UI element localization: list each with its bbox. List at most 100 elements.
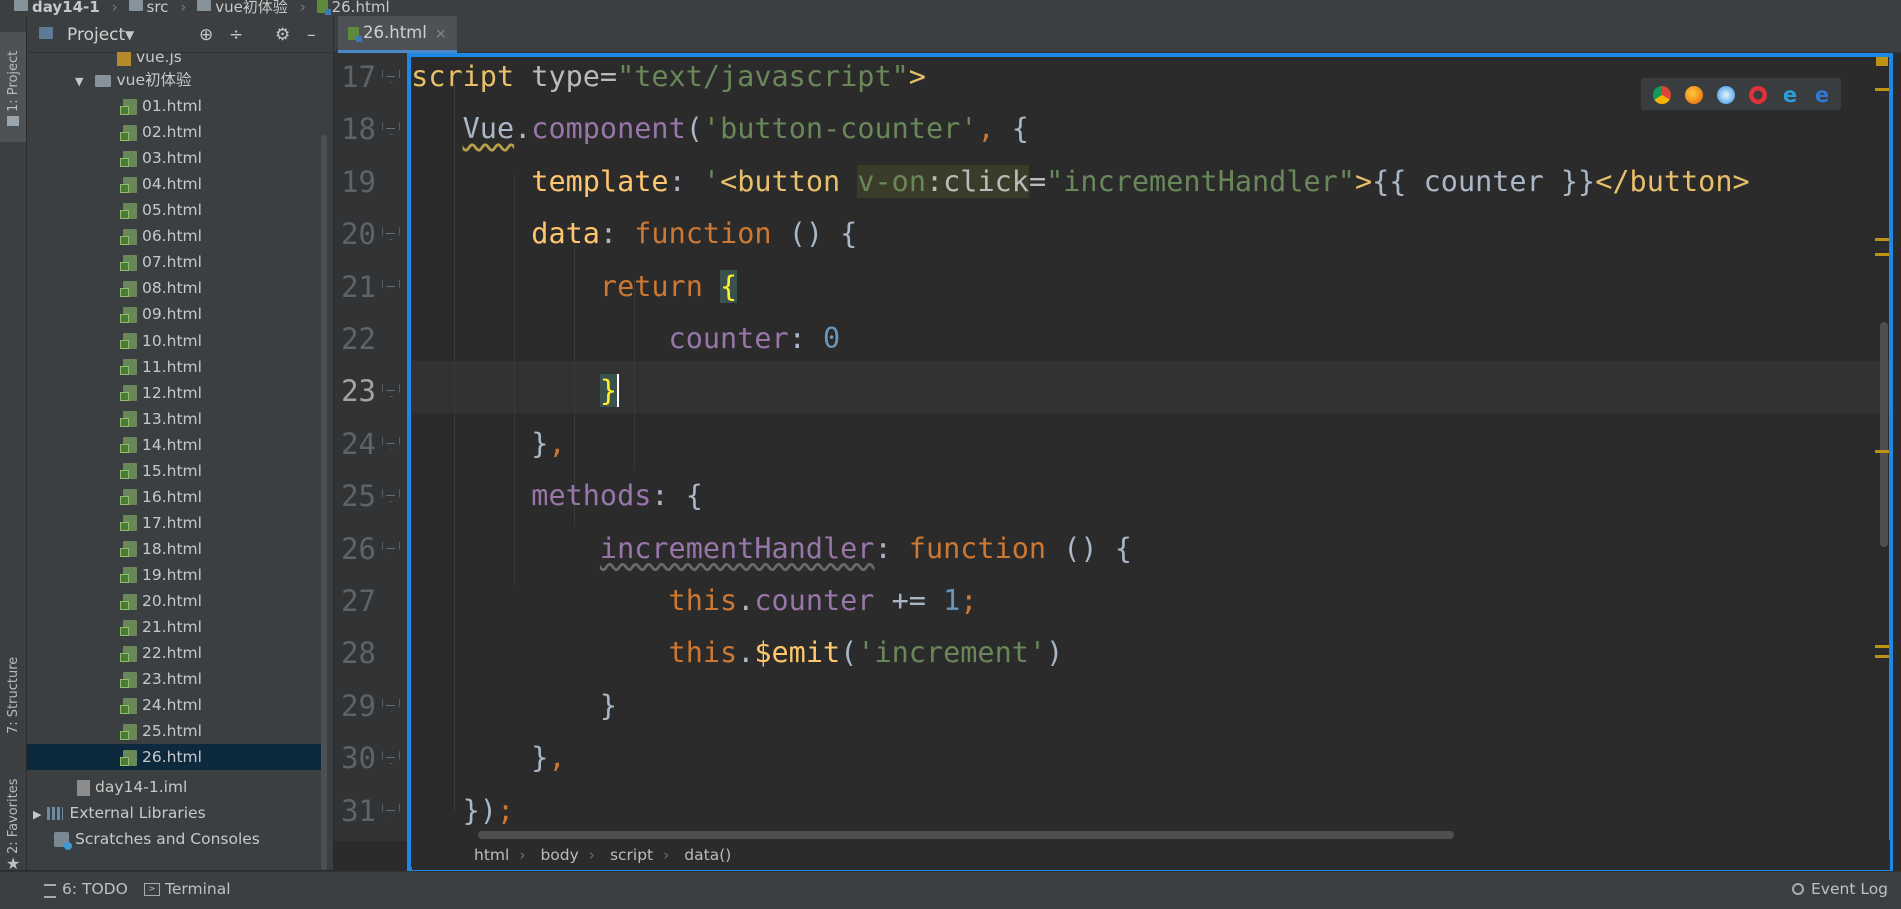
code-line[interactable]: return { bbox=[412, 267, 738, 307]
code-line[interactable]: }, bbox=[412, 424, 565, 464]
tree-item-folder[interactable]: ▼ vue初体验 bbox=[27, 67, 327, 93]
todo-button[interactable]: 6: TODO bbox=[62, 872, 128, 906]
code-line[interactable]: } bbox=[412, 686, 617, 726]
code-text-area[interactable]: <script type="text/javascript"> Vue.comp… bbox=[412, 53, 1890, 841]
chrome-icon[interactable] bbox=[1653, 86, 1671, 104]
code-line[interactable]: Vue.component('button-counter', { bbox=[412, 109, 1029, 149]
ie-icon[interactable]: e bbox=[1781, 85, 1799, 106]
favorites-toolwindow-label[interactable]: 2: Favorites bbox=[6, 778, 21, 854]
fold-marker-icon[interactable] bbox=[378, 798, 404, 824]
line-number[interactable]: 28 bbox=[334, 636, 376, 670]
line-number[interactable]: 31 bbox=[334, 794, 376, 828]
fold-marker-icon[interactable] bbox=[378, 274, 404, 300]
fold-marker-icon[interactable] bbox=[378, 378, 404, 404]
code-line[interactable]: <script type="text/javascript"> bbox=[412, 57, 926, 97]
line-number[interactable]: 30 bbox=[334, 741, 376, 775]
tree-item[interactable]: 23.html bbox=[27, 666, 327, 692]
safari-icon[interactable] bbox=[1717, 86, 1735, 104]
tree-item[interactable]: 22.html bbox=[27, 640, 327, 666]
line-number[interactable]: 22 bbox=[334, 322, 376, 356]
tree-item[interactable]: 04.html bbox=[27, 171, 327, 197]
terminal-button[interactable]: Terminal bbox=[165, 872, 231, 906]
project-panel-title[interactable]: Project bbox=[67, 25, 125, 45]
line-number[interactable]: 21 bbox=[334, 270, 376, 304]
line-number[interactable]: 25 bbox=[334, 479, 376, 513]
opera-icon[interactable] bbox=[1749, 86, 1767, 104]
tree-item[interactable]: 26.html bbox=[27, 744, 327, 771]
tree-item[interactable]: 13.html bbox=[27, 406, 327, 432]
tree-item[interactable]: 15.html bbox=[27, 458, 327, 484]
close-icon[interactable]: × bbox=[435, 26, 447, 42]
event-log-button[interactable]: Event Log bbox=[1811, 872, 1888, 906]
edge-icon[interactable]: e bbox=[1813, 85, 1831, 106]
code-line[interactable]: methods: { bbox=[412, 476, 703, 516]
fold-marker-icon[interactable] bbox=[378, 693, 404, 719]
breadcrumb-folder[interactable]: vue初体验 bbox=[215, 0, 288, 15]
tree-item[interactable]: 10.html bbox=[27, 328, 327, 354]
tree-item[interactable]: 21.html bbox=[27, 614, 327, 640]
tree-item[interactable]: 18.html bbox=[27, 536, 327, 562]
code-line[interactable]: data: function () { bbox=[412, 214, 857, 254]
firefox-icon[interactable] bbox=[1685, 86, 1703, 104]
line-number[interactable]: 23 bbox=[334, 374, 376, 408]
warning-marker[interactable] bbox=[1875, 645, 1890, 648]
line-number[interactable]: 20 bbox=[334, 217, 376, 251]
code-line[interactable]: incrementHandler: function () { bbox=[412, 529, 1132, 569]
locate-icon[interactable]: ⊕ bbox=[199, 25, 213, 45]
line-number[interactable]: 19 bbox=[334, 165, 376, 199]
tree-item[interactable]: 07.html bbox=[27, 249, 327, 275]
code-line[interactable]: this.$emit('increment') bbox=[412, 633, 1064, 673]
gear-icon[interactable]: ⚙ bbox=[275, 25, 290, 45]
warning-marker[interactable] bbox=[1875, 253, 1890, 256]
hide-panel-icon[interactable]: – bbox=[307, 25, 316, 45]
collapse-all-icon[interactable]: ÷ bbox=[229, 25, 243, 45]
warning-marker[interactable] bbox=[1875, 88, 1890, 91]
structure-toolwindow-label[interactable]: 7: Structure bbox=[6, 657, 21, 734]
code-line[interactable]: }); bbox=[412, 791, 515, 831]
expand-arrow-icon[interactable]: ▼ bbox=[75, 75, 83, 88]
tree-item-scratches[interactable]: Scratches and Consoles bbox=[27, 826, 327, 852]
fold-marker-icon[interactable] bbox=[378, 431, 404, 457]
breadcrumb-src[interactable]: src bbox=[147, 0, 169, 15]
code-line[interactable]: } bbox=[412, 371, 620, 411]
tree-item[interactable]: 05.html bbox=[27, 197, 327, 223]
code-line[interactable]: this.counter += 1; bbox=[412, 581, 978, 621]
code-line[interactable]: template: '<button v-on:click="increment… bbox=[412, 162, 1750, 202]
fold-marker-icon[interactable] bbox=[378, 221, 404, 247]
tree-item[interactable]: 11.html bbox=[27, 354, 327, 380]
line-number[interactable]: 17 bbox=[334, 60, 376, 94]
tree-item[interactable]: day14-1.iml bbox=[27, 774, 327, 800]
tree-item[interactable]: 02.html bbox=[27, 119, 327, 145]
tree-item[interactable]: 12.html bbox=[27, 380, 327, 406]
line-number[interactable]: 18 bbox=[334, 112, 376, 146]
code-crumb-data[interactable]: data() bbox=[684, 846, 731, 864]
vertical-scrollbar[interactable] bbox=[1880, 322, 1888, 547]
line-number[interactable]: 24 bbox=[334, 427, 376, 461]
warning-marker[interactable] bbox=[1875, 450, 1890, 453]
tree-item[interactable]: 16.html bbox=[27, 484, 327, 510]
tree-item[interactable]: 03.html bbox=[27, 145, 327, 171]
tree-item[interactable]: 17.html bbox=[27, 510, 327, 536]
horizontal-scrollbar[interactable] bbox=[478, 831, 1454, 839]
tree-item[interactable]: 25.html bbox=[27, 718, 327, 744]
fold-marker-icon[interactable] bbox=[378, 483, 404, 509]
code-crumb-script[interactable]: script bbox=[610, 846, 653, 864]
warning-marker[interactable] bbox=[1875, 238, 1890, 241]
tree-item-external-libraries[interactable]: ▶ External Libraries bbox=[27, 800, 327, 826]
chevron-down-icon[interactable]: ▼ bbox=[125, 28, 134, 42]
breadcrumb-file[interactable]: 26.html bbox=[332, 0, 390, 15]
line-number[interactable]: 26 bbox=[334, 532, 376, 566]
tree-item[interactable]: 24.html bbox=[27, 692, 327, 718]
code-crumb-html[interactable]: html bbox=[474, 846, 509, 864]
tree-item[interactable]: 01.html bbox=[27, 93, 327, 119]
code-crumb-body[interactable]: body bbox=[540, 846, 578, 864]
fold-marker-icon[interactable] bbox=[378, 745, 404, 771]
tab-26-html[interactable]: 26.html × bbox=[338, 16, 457, 53]
line-number[interactable]: 29 bbox=[334, 689, 376, 723]
warning-marker[interactable] bbox=[1875, 655, 1890, 658]
fold-marker-icon[interactable] bbox=[378, 536, 404, 562]
tree-item[interactable]: 19.html bbox=[27, 562, 327, 588]
line-number[interactable]: 27 bbox=[334, 584, 376, 618]
project-scrollbar[interactable] bbox=[321, 135, 327, 870]
tree-item[interactable]: 08.html bbox=[27, 275, 327, 301]
